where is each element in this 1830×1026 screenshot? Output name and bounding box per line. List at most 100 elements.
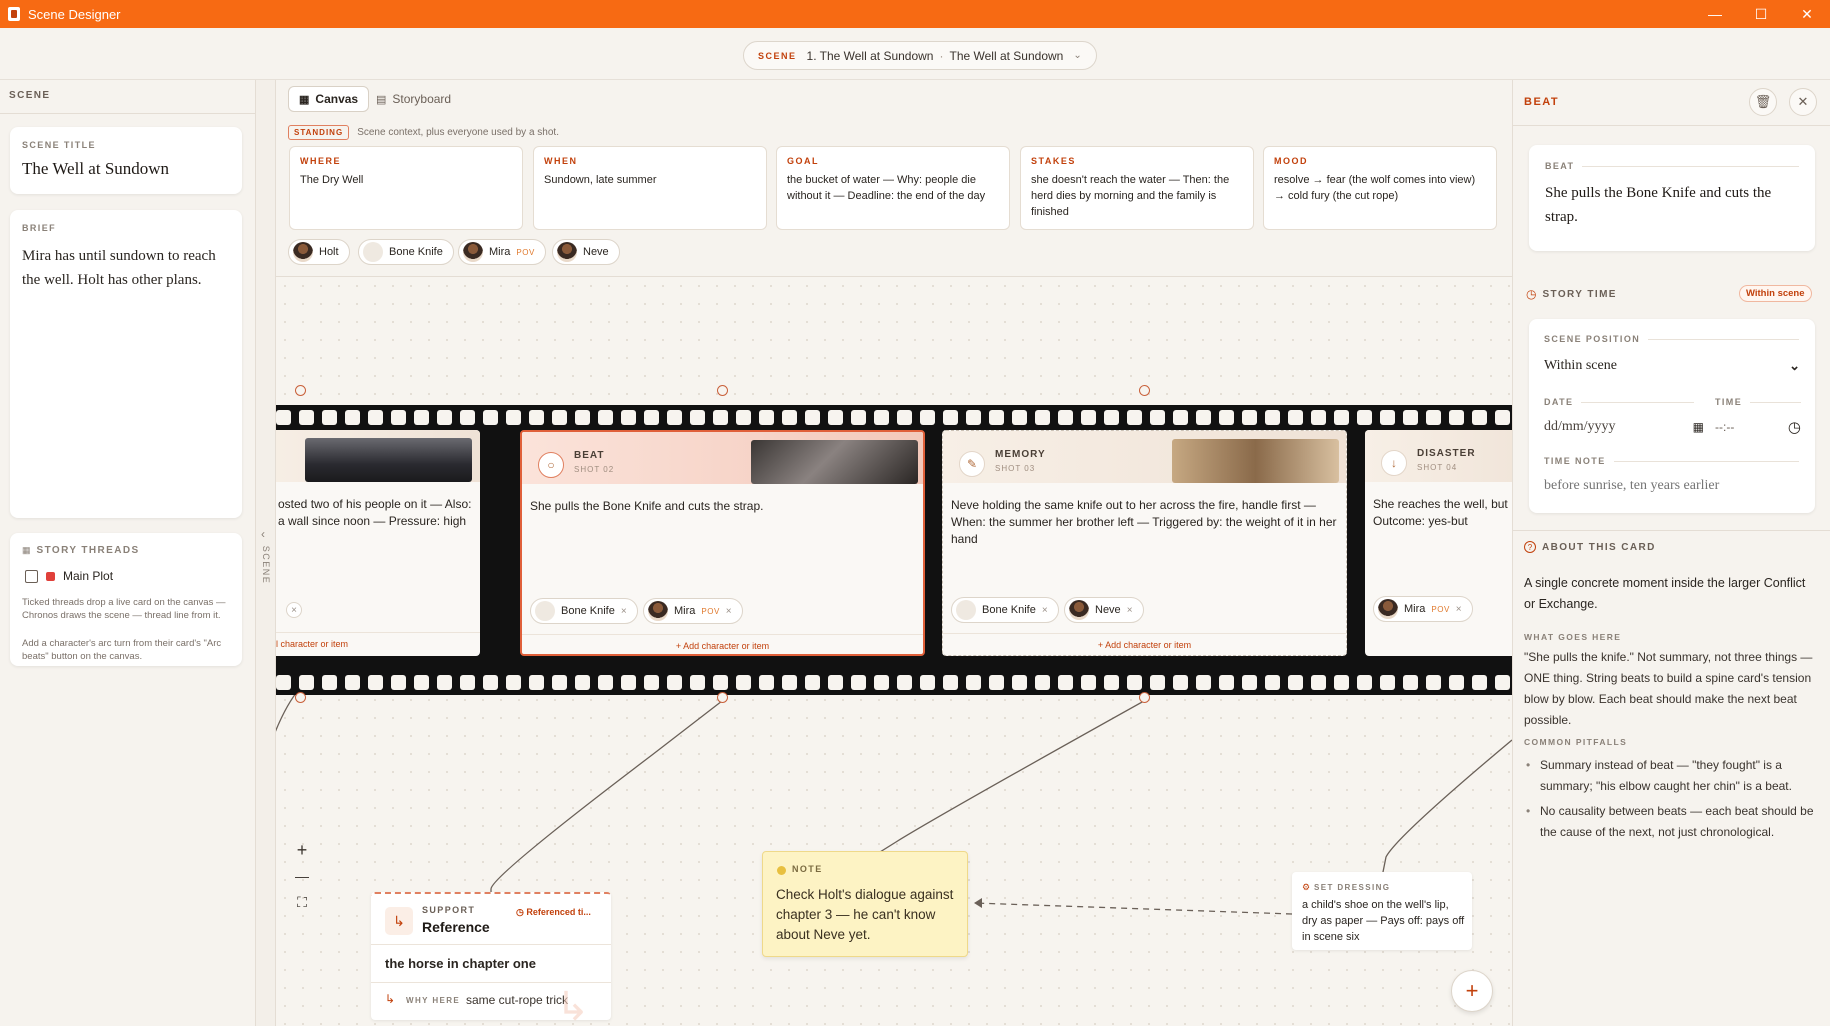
sprocket-hole: [575, 410, 590, 425]
context-mood[interactable]: MOOD resolve → fear (the wolf comes into…: [1263, 146, 1497, 230]
cast-chip-bone-knife[interactable]: Bone Knife: [358, 239, 454, 265]
context-goal[interactable]: GOAL the bucket of water — Why: people d…: [776, 146, 1010, 230]
left-section-label: SCENE: [9, 90, 51, 101]
add-character-button[interactable]: + Add character or item: [943, 633, 1346, 650]
add-character-button[interactable]: + Add character or item: [522, 634, 923, 651]
shot-chip-mira[interactable]: Mira POV ×: [643, 598, 743, 624]
shot-chip-bone-knife[interactable]: Bone Knife ×: [951, 597, 1059, 623]
sprocket-hole: [299, 675, 314, 690]
cast-chip-holt[interactable]: Holt: [288, 239, 350, 265]
minimize-button[interactable]: —: [1692, 0, 1738, 28]
about-label: ABOUT THIS CARD: [1542, 541, 1656, 553]
shot-port[interactable]: [717, 385, 728, 396]
clock-icon: ◷: [1787, 419, 1801, 436]
collapse-icon[interactable]: ‹: [261, 527, 265, 541]
shot-port[interactable]: [295, 692, 306, 703]
right-panel: BEAT 🗑 ✕ BEAT She pulls the Bone Knife a…: [1512, 80, 1830, 1026]
chip-name: Mira: [1404, 603, 1426, 615]
tab-canvas[interactable]: ▦ Canvas: [288, 86, 370, 112]
brief-card[interactable]: BRIEF Mira has until sundown to reach th…: [10, 210, 242, 518]
sprocket-hole: [1173, 675, 1188, 690]
close-icon[interactable]: ✕: [1789, 88, 1817, 116]
shot-card-04[interactable]: ↓ DISASTER SHOT 04 She reaches the well,…: [1365, 430, 1512, 656]
context-when[interactable]: WHEN Sundown, late summer: [533, 146, 767, 230]
brief-label: BRIEF: [22, 223, 56, 233]
shot-port[interactable]: [1139, 385, 1150, 396]
sprocket-hole: [1495, 675, 1510, 690]
remove-icon[interactable]: ×: [1127, 605, 1133, 616]
sprocket-hole: [1357, 675, 1372, 690]
maximize-button[interactable]: ☐: [1738, 0, 1784, 28]
threads-help-2: Add a character's arc turn from their ca…: [22, 638, 222, 662]
context-where[interactable]: WHERE The Dry Well: [289, 146, 523, 230]
zoom-in-button[interactable]: +: [290, 838, 314, 862]
brief-text[interactable]: Mira has until sundown to reach the well…: [22, 244, 232, 292]
close-button[interactable]: ✕: [1784, 0, 1830, 28]
center-area: ▦ Canvas ▤ Storyboard STANDING Scene con…: [276, 80, 1512, 1026]
shot-card-03[interactable]: ✎ MEMORY SHOT 03 Neve holding the same k…: [942, 430, 1347, 656]
date-input[interactable]: dd/mm/yyyy ▦: [1544, 415, 1704, 439]
chip-name: Bone Knife: [982, 604, 1036, 616]
time-input[interactable]: --:-- ◷: [1715, 415, 1801, 439]
add-card-button[interactable]: +: [1451, 970, 1493, 1012]
shot-chip-mira[interactable]: Mira POV ×: [1373, 596, 1473, 622]
scene-position-select[interactable]: Within scene ⌄: [1544, 353, 1800, 379]
beat-text[interactable]: She pulls the Bone Knife and cuts the st…: [1545, 181, 1795, 229]
tab-storyboard[interactable]: ▤ Storyboard: [366, 86, 461, 112]
shot-chip-neve[interactable]: Neve ×: [1064, 597, 1144, 623]
thread-name: Main Plot: [63, 569, 114, 583]
scene-title-card[interactable]: SCENE TITLE The Well at Sundown: [10, 127, 242, 194]
remove-icon[interactable]: ×: [726, 606, 732, 617]
cast-chip-neve[interactable]: Neve: [552, 239, 620, 265]
time-note-input[interactable]: [1544, 474, 1800, 498]
shot-card-02[interactable]: ○ BEAT SHOT 02 She pulls the Bone Knife …: [520, 430, 925, 656]
remove-icon[interactable]: ×: [1456, 604, 1462, 615]
shot-number: SHOT 02: [574, 465, 615, 474]
sprocket-hole: [690, 675, 705, 690]
shot-card-01[interactable]: osted two of his people on it — Also: a …: [276, 430, 480, 656]
thread-item-main-plot[interactable]: Main Plot: [25, 569, 113, 583]
thread-checkbox[interactable]: [25, 569, 38, 583]
add-character-button[interactable]: l character or item: [276, 632, 480, 649]
scene-context-bar: ▦ Canvas ▤ Storyboard STANDING Scene con…: [276, 80, 1512, 277]
beat-card[interactable]: BEAT She pulls the Bone Knife and cuts t…: [1529, 145, 1815, 251]
set-dressing-card[interactable]: ⚙ SET DRESSING a child's shoe on the wel…: [1292, 872, 1472, 950]
support-reference-card[interactable]: ↳ SUPPORT Reference ◷ Referenced ti... t…: [371, 892, 611, 1026]
sprocket-hole: [552, 675, 567, 690]
remove-icon[interactable]: ×: [286, 602, 302, 618]
tab-storyboard-label: Storyboard: [392, 92, 452, 106]
scene-rail[interactable]: ‹ SCENE: [256, 80, 276, 1026]
sprocket-hole: [874, 410, 889, 425]
avatar: [648, 601, 668, 621]
shot-port[interactable]: [1139, 692, 1150, 703]
note-card[interactable]: NOTE Check Holt's dialogue against chapt…: [762, 851, 968, 957]
sprocket-hole: [437, 675, 452, 690]
scene-title-value[interactable]: The Well at Sundown: [22, 159, 169, 179]
sprocket-hole: [529, 410, 544, 425]
set-dressing-icon: ⚙: [1302, 882, 1311, 892]
trash-icon[interactable]: 🗑: [1749, 88, 1777, 116]
fit-view-button[interactable]: ⛶: [290, 890, 314, 914]
date-placeholder: dd/mm/yyyy: [1544, 419, 1616, 434]
shot-chip-bone-knife[interactable]: Bone Knife ×: [530, 598, 638, 624]
canvas[interactable]: osted two of his people on it — Also: a …: [276, 277, 1512, 1026]
shot-port[interactable]: [717, 692, 728, 703]
cast-chip-mira[interactable]: Mira POV: [458, 239, 546, 265]
sprocket-hole: [782, 675, 797, 690]
note-text[interactable]: Check Holt's dialogue against chapter 3 …: [776, 885, 956, 945]
avatar: [557, 242, 577, 262]
beat-label: BEAT: [1545, 161, 1799, 171]
zoom-out-button[interactable]: —: [290, 864, 314, 888]
shot-port[interactable]: [295, 385, 306, 396]
context-stakes[interactable]: STAKES she doesn't reach the water — The…: [1020, 146, 1254, 230]
sprocket-hole: [690, 410, 705, 425]
shot-text: She reaches the well, but Outcome: yes-b…: [1373, 497, 1508, 528]
remove-icon[interactable]: ×: [621, 606, 627, 617]
rail-label: SCENE: [261, 545, 271, 585]
shot-chips: ×: [276, 596, 480, 624]
scene-selector[interactable]: SCENE 1. The Well at Sundown · The Well …: [743, 41, 1097, 70]
shot-number: SHOT 04: [1417, 463, 1458, 472]
story-threads-card: ▦ STORY THREADS Main Plot Ticked threads…: [10, 533, 242, 666]
sprocket-hole: [1472, 675, 1487, 690]
remove-icon[interactable]: ×: [1042, 605, 1048, 616]
